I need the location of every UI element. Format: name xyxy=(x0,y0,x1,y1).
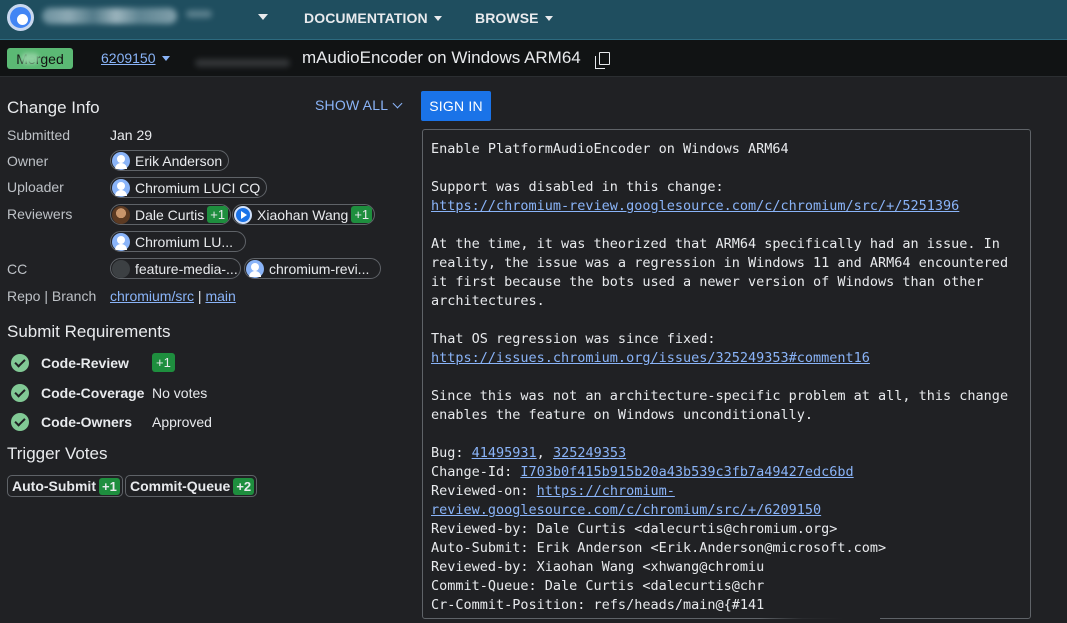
branch-link[interactable]: main xyxy=(205,288,235,304)
avatar-icon xyxy=(112,151,130,170)
cc-chip[interactable]: feature-media-... xyxy=(110,258,241,279)
nav-documentation-menu[interactable]: DOCUMENTATION xyxy=(304,8,442,28)
cc-name: feature-media-... xyxy=(135,260,238,277)
check-circle-icon xyxy=(11,413,29,431)
submitted-date: Jan 29 xyxy=(110,127,153,143)
requirement-name: Code-Owners xyxy=(41,414,133,430)
redacted-repo-text xyxy=(195,59,290,67)
repo-branch-label: Repo | Branch xyxy=(7,288,97,304)
chevron-down-icon xyxy=(392,98,403,108)
requirement-name: Code-Review xyxy=(41,355,129,371)
message-fade-overlay xyxy=(760,557,880,619)
commit-text: Support was disabled in this change: xyxy=(431,179,724,195)
owner-label: Owner xyxy=(7,153,49,169)
chevron-down-icon xyxy=(544,15,553,21)
vote-badge: +1 xyxy=(152,353,175,372)
reviewed-on-link[interactable]: https://chromium- xyxy=(537,483,675,499)
uploader-name: Chromium LUCI CQ xyxy=(135,179,261,196)
vote-badge: +1 xyxy=(207,206,229,223)
top-app-bar: DOCUMENTATION BROWSE xyxy=(0,0,1067,40)
uploader-chip[interactable]: Chromium LUCI CQ xyxy=(110,177,268,198)
copy-icon[interactable] xyxy=(595,52,610,69)
play-icon xyxy=(234,205,252,224)
commit-message-panel: Enable PlatformAudioEncoder on Windows A… xyxy=(422,129,1031,619)
site-switcher-chevron-down-icon[interactable] xyxy=(258,14,268,20)
sign-in-button[interactable]: SIGN IN xyxy=(421,91,491,121)
group-avatar-icon xyxy=(112,259,130,278)
reviewer-name: Dale Curtis xyxy=(135,206,205,223)
bug-separator: , xyxy=(536,445,553,461)
change-status-badge: Merged xyxy=(7,48,73,69)
nav-browse-label: BROWSE xyxy=(475,10,539,26)
requirement-name: Code-Coverage xyxy=(41,385,145,401)
trigger-vote-name: Auto-Submit xyxy=(12,478,96,494)
reviewer-name: Xiaohan Wang xyxy=(257,206,349,223)
bug-label: Bug: xyxy=(431,445,472,461)
repo-branch-value: chromium/src | main xyxy=(110,288,236,304)
trigger-vote-name: Commit-Queue xyxy=(130,478,231,494)
requirement-row[interactable]: Code-Owners Approved xyxy=(11,412,212,432)
uploader-label: Uploader xyxy=(7,179,64,195)
trigger-votes-heading: Trigger Votes xyxy=(7,444,108,463)
vote-badge: +1 xyxy=(98,477,120,495)
chevron-down-icon xyxy=(161,55,170,61)
avatar-icon xyxy=(246,259,264,278)
reviewer-name: Chromium LU... xyxy=(135,233,234,250)
repo-branch-separator: | xyxy=(197,288,202,304)
reviewers-label: Reviewers xyxy=(7,206,73,222)
cc-name: chromium-revi... xyxy=(269,260,370,277)
show-all-label: SHOW ALL xyxy=(315,97,389,113)
vote-badge: +1 xyxy=(351,206,373,223)
commit-text: That OS regression was since fixed: xyxy=(431,331,716,347)
commit-link[interactable]: https://chromium-review.googlesource.com… xyxy=(431,198,959,214)
avatar-photo xyxy=(112,205,130,224)
submit-requirements-heading: Submit Requirements xyxy=(7,322,171,341)
change-id-label: Change-Id: xyxy=(431,464,521,480)
chevron-down-icon xyxy=(433,15,442,21)
reviewer-chip[interactable]: Chromium LU... xyxy=(110,231,246,252)
change-id-link[interactable]: I703b0f415b915b20a43b539c3fb7a49427edc6b… xyxy=(520,464,853,480)
change-title: mAudioEncoder on Windows ARM64 xyxy=(302,48,581,67)
change-number-link[interactable]: 6209150 xyxy=(101,50,170,66)
owner-chip[interactable]: Erik Anderson xyxy=(110,150,230,171)
nav-browse-menu[interactable]: BROWSE xyxy=(475,8,553,28)
commit-subject: Enable PlatformAudioEncoder on Windows A… xyxy=(431,141,789,157)
change-number-text: 6209150 xyxy=(101,50,156,66)
requirement-value: No votes xyxy=(152,385,208,401)
reviewed-on-label: Reviewed-on: xyxy=(431,483,537,499)
change-info-heading: Change Info xyxy=(7,98,100,117)
trigger-vote-chip[interactable]: Auto-Submit +1 xyxy=(7,475,123,497)
bug-link[interactable]: 41495931 xyxy=(472,445,537,461)
owner-name: Erik Anderson xyxy=(135,152,223,169)
avatar-icon xyxy=(112,178,130,197)
commit-message: Enable PlatformAudioEncoder on Windows A… xyxy=(431,140,1022,615)
reviewed-on-link[interactable]: review.googlesource.com/c/chromium/src/+… xyxy=(431,502,821,518)
cc-label: CC xyxy=(7,261,28,277)
chromium-logo-icon[interactable] xyxy=(7,4,34,31)
vote-badge: +2 xyxy=(233,477,255,495)
commit-text: Since this was not an architecture-speci… xyxy=(431,388,1009,423)
redacted-site-subname xyxy=(186,10,212,18)
submitted-label: Submitted xyxy=(7,127,71,143)
repo-link[interactable]: chromium/src xyxy=(110,288,194,304)
bug-link[interactable]: 325249353 xyxy=(553,445,626,461)
cc-chip[interactable]: chromium-revi... xyxy=(244,258,381,279)
requirement-row[interactable]: Code-Review +1 xyxy=(11,353,175,373)
commit-link[interactable]: https://issues.chromium.org/issues/32524… xyxy=(431,350,870,366)
trigger-vote-chip[interactable]: Commit-Queue +2 xyxy=(125,475,258,497)
avatar-icon xyxy=(112,232,130,251)
requirement-value: Approved xyxy=(152,414,212,430)
requirement-row[interactable]: Code-Coverage No votes xyxy=(11,383,207,403)
reviewer-chip[interactable]: Xiaohan Wang +1 xyxy=(232,204,376,225)
check-circle-icon xyxy=(11,384,29,402)
nav-documentation-label: DOCUMENTATION xyxy=(304,10,428,26)
show-all-button[interactable]: SHOW ALL xyxy=(315,97,403,113)
redacted-site-name xyxy=(42,8,177,24)
status-redaction-smudge xyxy=(21,53,39,64)
commit-text: At the time, it was theorized that ARM64… xyxy=(431,236,1009,309)
reviewer-chip[interactable]: Dale Curtis +1 xyxy=(110,204,232,225)
check-circle-icon xyxy=(11,354,29,372)
